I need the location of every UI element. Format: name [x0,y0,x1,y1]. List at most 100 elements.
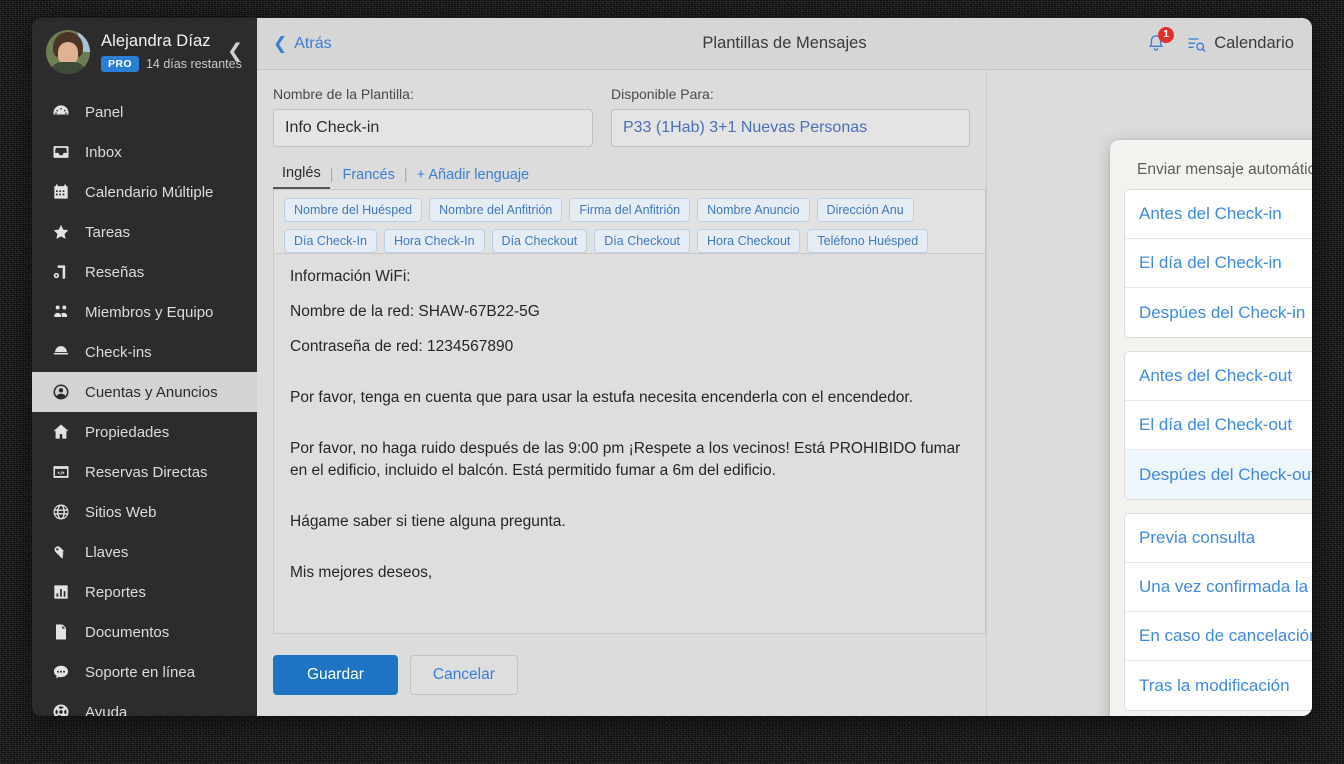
sidebar-item-label: Check-ins [85,343,152,361]
sidebar-item-label: Cuentas y Anuncios [85,383,218,401]
popup-option-label: Tras la modificación [1139,675,1290,695]
notification-count-badge: 1 [1158,26,1175,43]
people-icon [50,301,72,323]
merge-tag[interactable]: Hora Check-In [383,229,485,253]
sidebar-item-rese-as[interactable]: Reseñas [32,252,257,292]
main-area: ❮ Atrás Plantillas de Mensajes 1 Calenda… [257,18,1312,716]
sidebar: Alejandra Díaz PRO 14 días restantes ❮ P… [32,18,257,716]
merge-tag[interactable]: Día Checkout [594,229,691,253]
chat-icon [50,661,72,683]
editor-blank-line [290,422,969,438]
sidebar-item-panel[interactable]: Panel [32,92,257,132]
merge-tag[interactable]: Nombre del Anfitrión [429,198,563,222]
popup-option-una-vez-confirmada-la-reserva[interactable]: Una vez confirmada la reserva❯ [1125,563,1312,612]
editor-line: Por favor, tenga en cuenta que para usar… [290,389,914,406]
user-name: Alejandra Díaz [101,32,211,51]
sidebar-item-label: Calendario Múltiple [85,183,214,201]
merge-tag[interactable]: Nombre del Huésped [284,198,423,222]
sidebar-item-tareas[interactable]: Tareas [32,212,257,252]
popup-option-desp-es-del-check-in[interactable]: Despúes del Check-in❯ [1125,288,1312,337]
sidebar-item-check-ins[interactable]: Check-ins [32,332,257,372]
language-tab-ingl-s[interactable]: Inglés [273,163,330,189]
sidebar-item-ayuda[interactable]: Ayuda [32,692,257,716]
popup-option-en-caso-de-cancelaci-n[interactable]: En caso de cancelación❯ [1125,612,1312,661]
sidebar-nav: Panel Inbox Calendario Múltiple Tareas Reseñ… [32,92,257,716]
merge-tag[interactable]: Día Check-In [284,229,377,253]
editor-blank-line [290,546,969,562]
template-name-input[interactable]: Info Check-in [273,109,593,147]
merge-tag[interactable]: Dirección Anu [816,198,914,222]
merge-tag[interactable]: Teléfono Huésped [807,229,929,253]
editor-blank-line [290,495,969,511]
calendar-icon [50,181,72,203]
notification-bell-icon[interactable]: 1 [1146,26,1175,56]
available-for-input[interactable]: P33 (1Hab) 3+1 Nuevas Personas [610,109,970,147]
popup-option-label: Previa consulta [1139,528,1256,547]
calendar-link[interactable]: Calendario [1186,34,1294,54]
popup-option-desp-es-del-check-out[interactable]: Despúes del Check-out❯ [1125,450,1312,499]
sidebar-item-label: Miembros y Equipo [85,303,214,321]
available-for-label: Disponible Para: [610,86,714,102]
save-button[interactable]: Guardar [273,655,398,695]
code-window-icon [50,461,72,483]
popup-option-label: En caso de cancelación [1139,626,1312,645]
sidebar-item-label: Panel [85,103,124,121]
language-tab-a-adir-lenguaje[interactable]: + Añadir lenguaje [408,165,538,189]
key-icon [50,541,72,563]
popup-option-el-d-a-del-check-in[interactable]: El día del Check-in❯ [1125,239,1312,288]
sidebar-item-inbox[interactable]: Inbox [32,132,257,172]
avatar [46,30,90,74]
popup-option-el-d-a-del-check-out[interactable]: El día del Check-out❯ [1125,401,1312,450]
back-button[interactable]: ❮ Atrás [273,35,332,53]
dashboard-icon [50,101,72,123]
top-bar: ❮ Atrás Plantillas de Mensajes 1 Calenda… [257,18,1312,70]
merge-tag[interactable]: Firma del Anfitrión [569,198,691,222]
merge-tag[interactable]: Nombre Anuncio [697,198,810,222]
sidebar-item-sitios-web[interactable]: Sitios Web [32,492,257,532]
language-tabs: Inglés | Francés | + Añadir lenguaje [257,147,986,189]
form-actions: Guardar Cancelar [257,634,986,716]
popup-option-label: Despúes del Check-out [1139,464,1312,484]
editor-line: Contraseña de red: 1234567890 [290,338,514,355]
sidebar-item-reservas-directas[interactable]: Reservas Directas [32,452,257,492]
popup-option-group: Previa consulta❯Una vez confirmada la re… [1124,513,1312,711]
language-tab-franc-s[interactable]: Francés [333,165,403,189]
sidebar-item-soporte-en-l-nea[interactable]: Soporte en línea [32,652,257,692]
message-body-editor[interactable]: Información WiFi: Nombre de la red: SHAW-… [273,253,986,634]
sidebar-item-cuentas-y-anuncios[interactable]: Cuentas y Anuncios [32,372,257,412]
popup-option-groups: Antes del Check-in❯El día del Check-in❯D… [1124,189,1312,711]
popup-option-group: Antes del Check-out❯El día del Check-out… [1124,351,1312,500]
bar-chart-icon [50,581,72,603]
sidebar-item-llaves[interactable]: Llaves [32,532,257,572]
popup-option-antes-del-check-out[interactable]: Antes del Check-out❯ [1125,352,1312,401]
inbox-icon [50,141,72,163]
sidebar-item-label: Sitios Web [85,503,157,521]
template-name-field: Nombre de la Plantilla: Info Check-in [273,86,593,147]
lifebuoy-icon [50,701,72,716]
merge-tag[interactable]: Hora Checkout [697,229,801,253]
sidebar-item-label: Llaves [85,543,129,561]
popup-title: Enviar mensaje automáticamente: [1137,161,1312,178]
cancel-button[interactable]: Cancelar [409,655,518,695]
popup-option-label: Una vez confirmada la reserva [1139,577,1312,596]
popup-option-label: El día del Check-in [1139,253,1282,272]
popup-option-label: Antes del Check-out [1139,366,1293,385]
sidebar-item-label: Reservas Directas [85,463,208,481]
sidebar-item-miembros-y-equipo[interactable]: Miembros y Equipo [32,292,257,332]
form-fields-row: Nombre de la Plantilla: Info Check-in Di… [257,86,986,147]
popup-option-previa-consulta[interactable]: Previa consulta❯ [1125,514,1312,563]
sidebar-item-calendario-m-ltiple[interactable]: Calendario Múltiple [32,172,257,212]
pro-badge: PRO [101,55,139,72]
sidebar-item-reportes[interactable]: Reportes [32,572,257,612]
sidebar-item-documentos[interactable]: Documentos [32,612,257,652]
sidebar-item-label: Tareas [85,223,131,241]
template-editor-pane: Nombre de la Plantilla: Info Check-in Di… [257,70,987,716]
document-icon [50,621,72,643]
popup-option-antes-del-check-in[interactable]: Antes del Check-in❯ [1125,190,1312,239]
merge-tag[interactable]: Día Checkout [491,229,588,253]
user-profile[interactable]: Alejandra Díaz PRO 14 días restantes ❮ [32,18,257,88]
chevron-left-icon[interactable]: ❮ [227,42,243,61]
sidebar-item-propiedades[interactable]: Propiedades [32,412,257,452]
popup-option-tras-la-modificaci-n[interactable]: Tras la modificación❯ [1125,661,1312,710]
chevron-left-icon: ❮ [273,34,288,53]
